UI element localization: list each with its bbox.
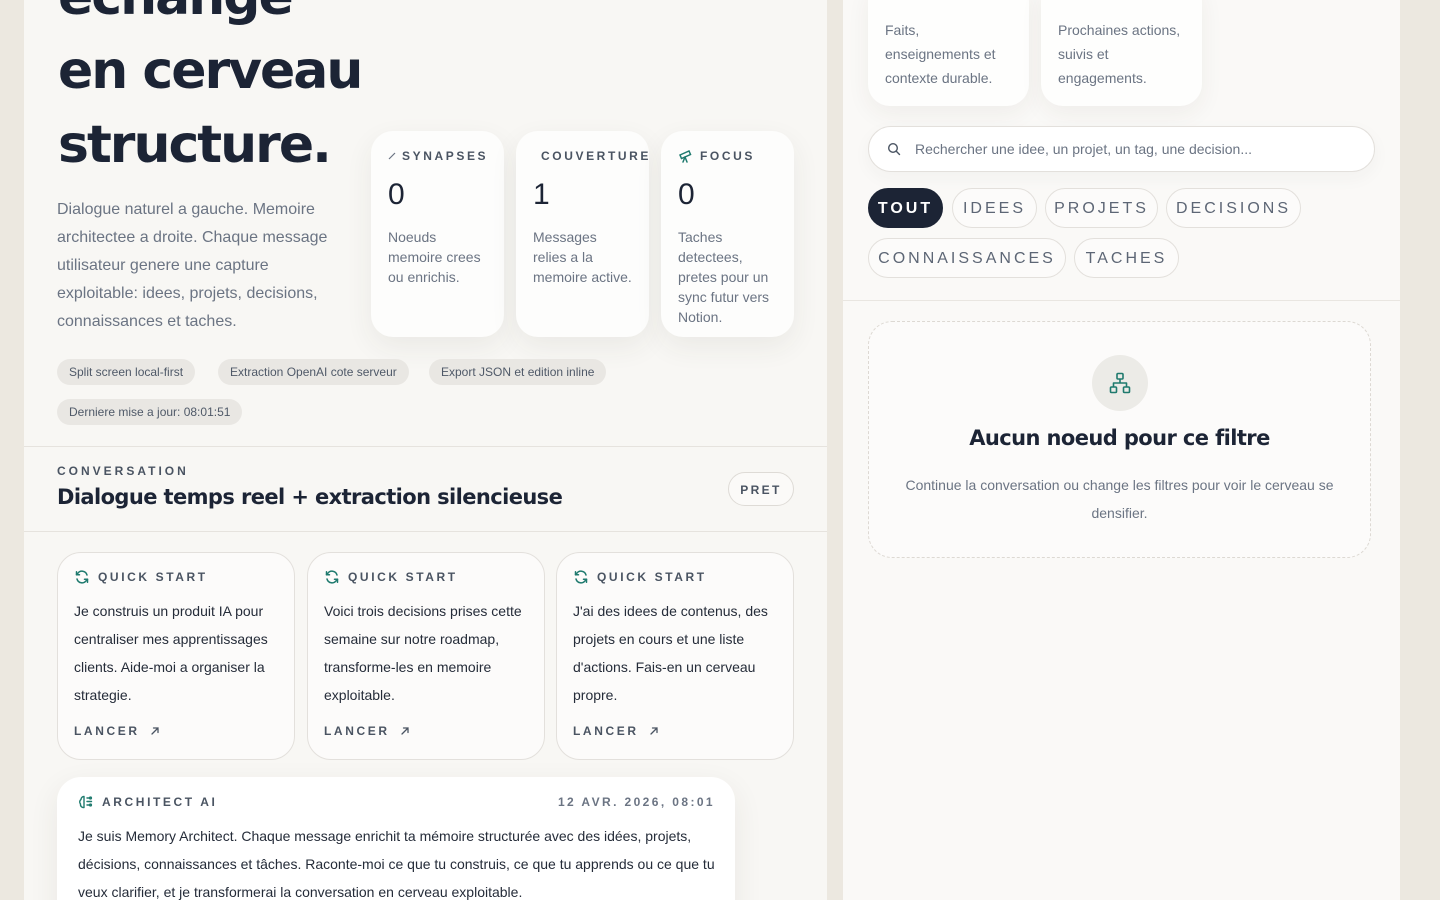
hero-description: Dialogue naturel a gauche. Memoire archi… [57,201,328,330]
memory-panel: Faits, enseignements et contexte durable… [843,0,1400,900]
launch-label: LANCER [573,724,639,738]
filter-chip-connaissances[interactable]: CONNAISSANCES [868,238,1066,278]
divider [24,531,827,532]
stat-description: Noeuds memoire crees ou enrichis. [388,229,481,285]
hero-title-line: en cerveau [58,41,363,101]
stat-label: SYNAPSES [402,149,489,163]
launch-button[interactable]: LANCER [573,724,659,738]
quick-start-card[interactable]: QUICK START Voici trois decisions prises… [307,552,545,760]
divider [843,300,1400,301]
conversation-title: Dialogue temps reel + extraction silenci… [57,485,563,509]
empty-state: Aucun noeud pour ce filtre Continue la c… [868,321,1371,558]
hierarchy-icon [1092,355,1148,411]
search-input[interactable] [913,140,1357,158]
ai-message: ARCHITECT AI 12 AVR. 2026, 08:01 Je suis… [57,777,735,900]
stat-value: 0 [388,178,405,211]
stat-label: COUVERTURE [541,149,652,163]
launch-button[interactable]: LANCER [74,724,160,738]
filter-chip-idees[interactable]: IDEES [952,188,1037,228]
feature-pill: Export JSON et edition inline [429,359,607,385]
quick-start-label: QUICK START [98,570,208,584]
quick-start-text: Je construis un produit IA pour centrali… [74,603,268,703]
category-description: Prochaines actions, suivis et engagement… [1058,22,1181,86]
hero-title-line: structure. [58,115,332,175]
quick-start-label: QUICK START [597,570,707,584]
stat-value: 1 [533,178,550,211]
stat-card-synapses: SYNAPSES 0 Noeuds memoire crees ou enric… [371,131,504,337]
refresh-icon [74,569,90,585]
quick-start-card[interactable]: QUICK START J'ai des idees de contenus, … [556,552,794,760]
section-kicker: CONVERSATION [57,464,189,478]
status-badge[interactable]: PRET [728,472,794,506]
category-card-knowledge: Faits, enseignements et contexte durable… [868,0,1029,106]
hero-title-line: echange [58,0,361,34]
quick-start-card[interactable]: QUICK START Je construis un produit IA p… [57,552,295,760]
hero-title: echange en cerveau structure. [58,0,363,182]
conversation-panel: echange en cerveau structure. Dialogue n… [24,0,827,900]
quick-start-text: J'ai des idees de contenus, des projets … [573,603,768,703]
stat-description: Taches detectees, pretes pour un sync fu… [678,229,770,325]
refresh-icon [324,569,340,585]
category-card-tasks: Prochaines actions, suivis et engagement… [1041,0,1202,106]
message-timestamp: 12 AVR. 2026, 08:01 [557,795,715,809]
search-bar [868,126,1375,172]
stat-label: FOCUS [700,149,755,163]
spark-icon [388,149,396,163]
telescope-icon [678,149,694,163]
last-update-pill: Derniere mise a jour: 08:01:51 [57,399,243,425]
launch-label: LANCER [74,724,140,738]
stat-value: 0 [678,178,695,211]
launch-button[interactable]: LANCER [324,724,410,738]
quick-start-label: QUICK START [348,570,458,584]
filter-chip-tout[interactable]: TOUT [868,188,943,228]
filter-chip-projets[interactable]: PROJETS [1045,188,1158,228]
search-icon [887,142,901,156]
divider [24,446,827,447]
stat-card-focus: FOCUS 0 Taches detectees, pretes pour un… [661,131,794,337]
feature-pill: Split screen local-first [57,359,196,385]
filter-chip-decisions[interactable]: DECISIONS [1166,188,1301,228]
arrow-up-right-icon [649,726,659,736]
quick-start-text: Voici trois decisions prises cette semai… [324,603,522,703]
brain-icon [78,794,94,810]
empty-state-description: Continue la conversation ou change les f… [905,477,1334,521]
ai-sender: ARCHITECT AI [102,795,218,809]
stat-description: Messages relies a la memoire active. [533,229,632,285]
ai-message-text: Je suis Memory Architect. Chaque message… [78,828,715,900]
launch-label: LANCER [324,724,390,738]
feature-pill: Extraction OpenAI cote serveur [218,359,409,385]
filter-chip-taches[interactable]: TACHES [1074,238,1179,278]
category-description: Faits, enseignements et contexte durable… [885,22,996,86]
stat-card-couverture: COUVERTURE 1 Messages relies a la memoir… [516,131,649,337]
refresh-icon [573,569,589,585]
arrow-up-right-icon [400,726,410,736]
arrow-up-right-icon [150,726,160,736]
empty-state-title: Aucun noeud pour ce filtre [969,426,1270,450]
